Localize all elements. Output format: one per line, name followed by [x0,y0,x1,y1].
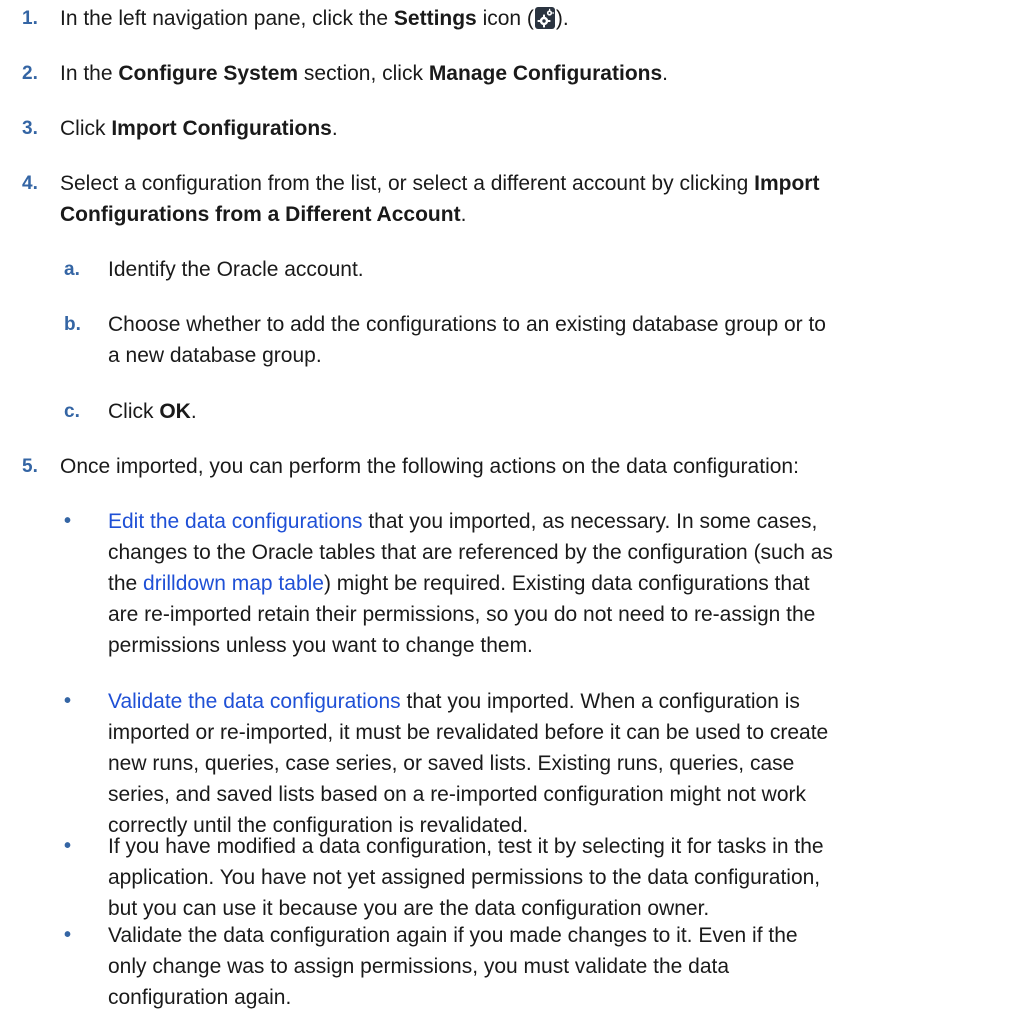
edit-data-configurations-link[interactable]: Edit the data configurations [108,510,363,533]
step-text: Once imported, you can perform the follo… [60,455,799,478]
substep-text: Choose whether to add the configurations… [108,313,826,367]
substep-text: Click OK. [108,400,197,423]
step-text: Click Import Configurations. [60,117,338,140]
step-number: 4. [22,173,38,194]
step-number: 2. [22,63,38,84]
bullet-marker: • [64,924,72,946]
step-text: In the Configure System section, click M… [60,62,668,85]
substep-letter: b. [64,314,81,335]
import-label: Import [754,172,820,195]
step-text: In the left navigation pane, click the S… [60,7,569,30]
bullet-text: Edit the data configurations that you im… [108,510,833,657]
manage-configurations-label: Manage Configurations [428,62,663,85]
bullet-text: If you have modified a data configuratio… [108,835,824,920]
substep-letter: c. [64,401,80,422]
step-number: 5. [22,456,38,477]
step-number: 1. [22,8,38,29]
instructions-document: 1. In the left navigation pane, click th… [0,0,1034,1012]
validate-data-configurations-link[interactable]: Validate the data configurations [108,690,401,713]
settings-label: Settings [393,7,477,30]
gear-icon [534,7,555,29]
substep-text: Identify the Oracle account. [108,258,364,281]
bullet-marker: • [64,690,72,712]
step-text: Select a configuration from the list, or… [60,172,820,226]
configure-system-label: Configure System [118,62,299,85]
drilldown-map-table-link[interactable]: drilldown map table [143,572,324,595]
bullet-marker: • [64,835,72,857]
different-account-label: Configurations from a Different Account [60,203,461,226]
substep-letter: a. [64,259,80,280]
bullet-marker: • [64,510,72,532]
bullet-text: Validate the data configuration again if… [108,924,798,1009]
bullet-text: Validate the data configurations that yo… [108,690,829,837]
import-configurations-label: Import Configurations [111,117,332,140]
step-number: 3. [22,118,38,139]
ok-label: OK [159,400,191,423]
